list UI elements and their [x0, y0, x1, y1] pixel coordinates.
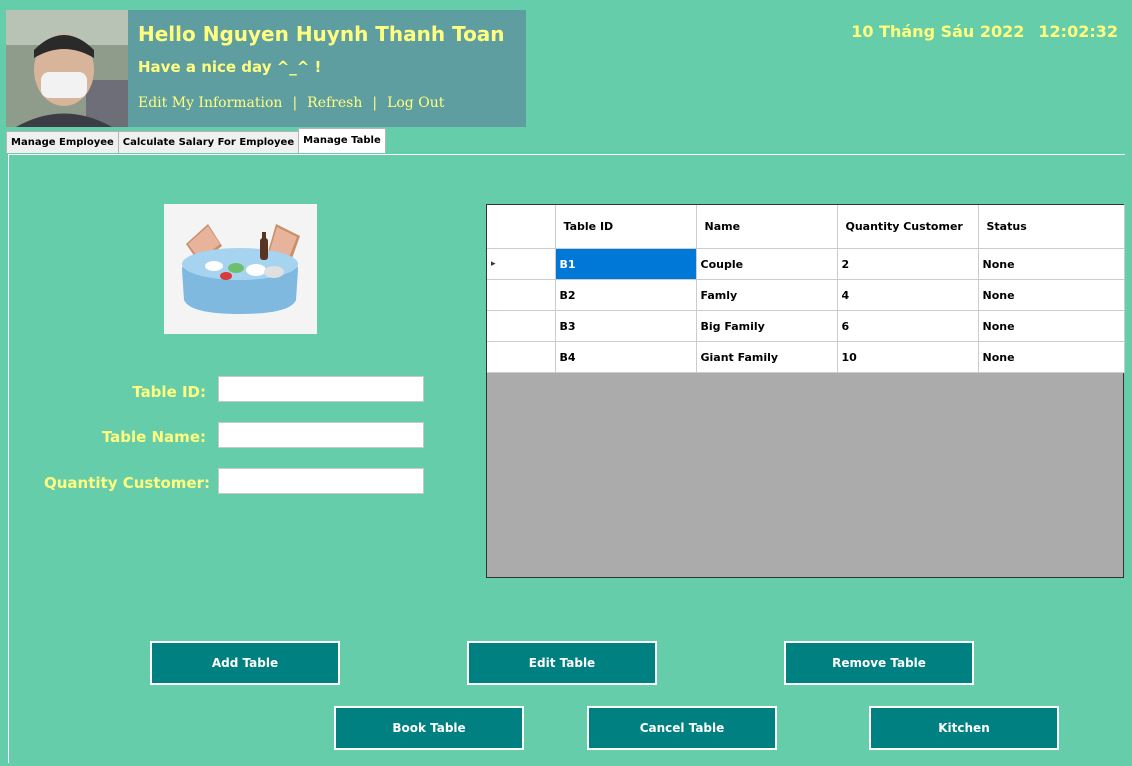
- dining-table-icon: [164, 204, 317, 334]
- quantity-customer-label: Quantity Customer:: [43, 474, 210, 492]
- book-table-button[interactable]: Book Table: [334, 706, 524, 750]
- remove-table-button[interactable]: Remove Table: [784, 641, 974, 685]
- cancel-table-button[interactable]: Cancel Table: [587, 706, 777, 750]
- edit-table-button[interactable]: Edit Table: [467, 641, 657, 685]
- refresh-link[interactable]: Refresh: [307, 95, 362, 111]
- table-name-input[interactable]: [218, 422, 424, 448]
- table-row[interactable]: ▸ B1 Couple 2 None: [487, 248, 1125, 280]
- kitchen-button[interactable]: Kitchen: [869, 706, 1059, 750]
- row-header[interactable]: [487, 310, 556, 342]
- header-links: Edit My Information | Refresh | Log Out: [138, 95, 444, 111]
- tab-manage-employee[interactable]: Manage Employee: [6, 131, 119, 153]
- cell-quantity[interactable]: 10: [837, 341, 979, 373]
- link-separator: |: [292, 95, 298, 111]
- cell-table-id[interactable]: B2: [555, 279, 697, 311]
- cell-status[interactable]: None: [978, 310, 1125, 342]
- table-id-input[interactable]: [218, 376, 424, 402]
- tables-table: Table ID Name Quantity Customer Status ▸…: [487, 205, 1125, 373]
- row-header-corner: [487, 205, 556, 249]
- greeting-text: Hello Nguyen Huynh Thanh Toan: [138, 22, 505, 46]
- column-header-status[interactable]: Status: [978, 205, 1125, 249]
- current-row-indicator[interactable]: ▸: [487, 248, 556, 280]
- date-text: 10 Tháng Sáu 2022: [851, 22, 1025, 41]
- cell-status[interactable]: None: [978, 341, 1125, 373]
- cell-quantity[interactable]: 6: [837, 310, 979, 342]
- table-row[interactable]: B4 Giant Family 10 None: [487, 341, 1125, 373]
- edit-my-information-link[interactable]: Edit My Information: [138, 95, 282, 111]
- row-header[interactable]: [487, 341, 556, 373]
- cell-name[interactable]: Big Family: [696, 310, 838, 342]
- table-row[interactable]: B3 Big Family 6 None: [487, 310, 1125, 342]
- tables-data-grid[interactable]: Table ID Name Quantity Customer Status ▸…: [486, 204, 1125, 578]
- cell-name[interactable]: Giant Family: [696, 341, 838, 373]
- log-out-link[interactable]: Log Out: [387, 95, 444, 111]
- date-time-display: 10 Tháng Sáu 2022 12:02:32: [851, 22, 1118, 41]
- column-header-table-id[interactable]: Table ID: [555, 205, 697, 249]
- column-header-name[interactable]: Name: [696, 205, 838, 249]
- app-window: Hello Nguyen Huynh Thanh Toan Have a nic…: [0, 0, 1132, 766]
- cell-table-id[interactable]: B1: [555, 248, 697, 280]
- tab-calculate-salary[interactable]: Calculate Salary For Employee: [117, 131, 300, 153]
- table-header-row: Table ID Name Quantity Customer Status: [487, 205, 1125, 249]
- avatar: [6, 10, 128, 127]
- tab-strip: Manage Employee Calculate Salary For Emp…: [6, 128, 386, 153]
- subtitle-text: Have a nice day ^_^ !: [138, 58, 322, 76]
- cell-name[interactable]: Famly: [696, 279, 838, 311]
- cell-table-id[interactable]: B4: [555, 341, 697, 373]
- table-picture: [164, 204, 317, 334]
- table-id-label: Table ID:: [132, 383, 206, 401]
- cell-name[interactable]: Couple: [696, 248, 838, 280]
- add-table-button[interactable]: Add Table: [150, 641, 340, 685]
- cell-quantity[interactable]: 4: [837, 279, 979, 311]
- row-header[interactable]: [487, 279, 556, 311]
- link-separator: |: [372, 95, 378, 111]
- cell-table-id[interactable]: B3: [555, 310, 697, 342]
- quantity-customer-input[interactable]: [218, 468, 424, 494]
- table-name-label: Table Name:: [101, 428, 206, 446]
- cell-status[interactable]: None: [978, 248, 1125, 280]
- user-photo: [6, 10, 128, 127]
- time-text: 12:02:32: [1038, 22, 1118, 41]
- table-row[interactable]: B2 Famly 4 None: [487, 279, 1125, 311]
- cell-status[interactable]: None: [978, 279, 1125, 311]
- tab-manage-table[interactable]: Manage Table: [298, 128, 386, 153]
- cell-quantity[interactable]: 2: [837, 248, 979, 280]
- column-header-quantity-customer[interactable]: Quantity Customer: [837, 205, 979, 249]
